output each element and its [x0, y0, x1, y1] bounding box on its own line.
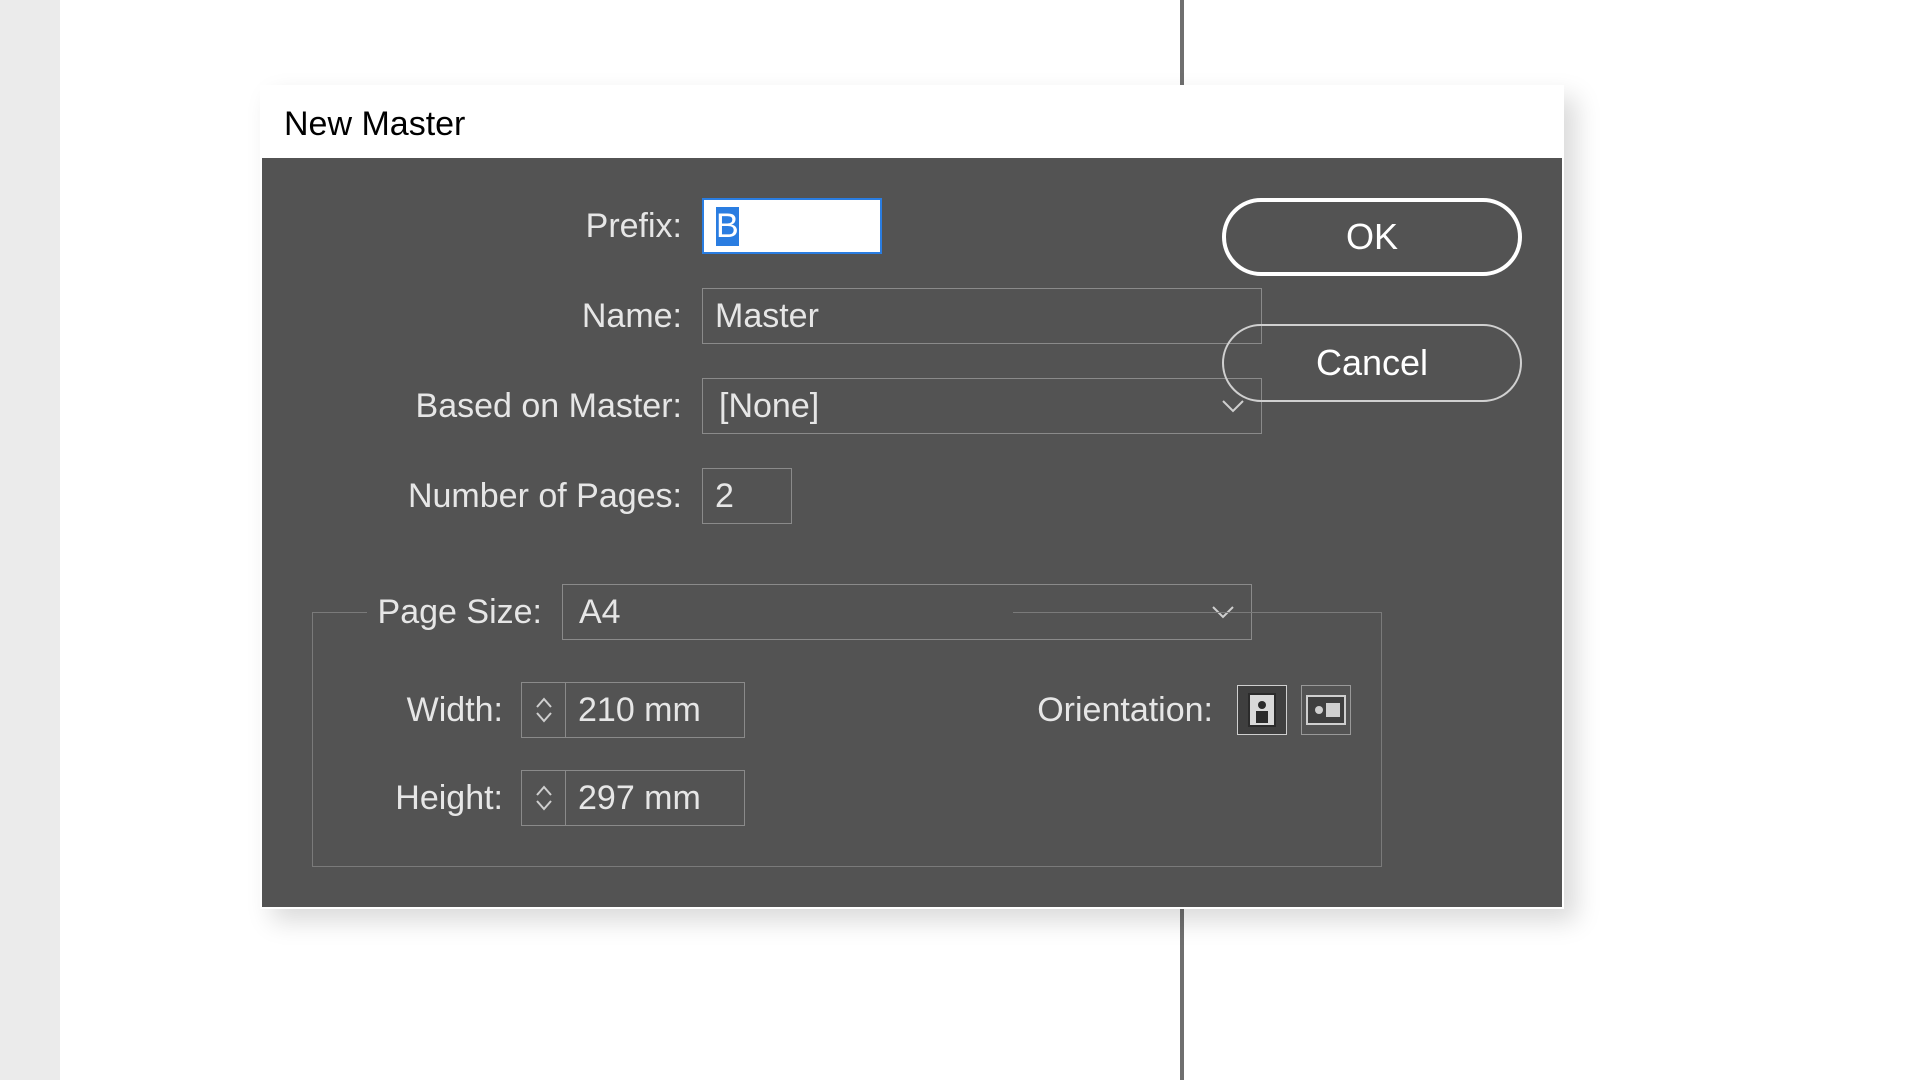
dialog-title: New Master [262, 87, 1562, 158]
chevron-up-icon [535, 785, 553, 797]
orientation-portrait-button[interactable] [1237, 685, 1287, 735]
cancel-button[interactable]: Cancel [1222, 324, 1522, 402]
width-input[interactable] [565, 682, 745, 738]
new-master-dialog: New Master OK Cancel Prefix: Name: Based… [260, 85, 1564, 909]
height-label: Height: [343, 779, 521, 818]
dialog-button-column: OK Cancel [1222, 198, 1522, 402]
height-input[interactable] [565, 770, 745, 826]
name-label: Name: [302, 297, 702, 336]
dialog-form: Prefix: Name: Based on Master: [None] Nu… [302, 198, 1322, 867]
landscape-page-icon [1306, 695, 1346, 725]
chevron-down-icon [535, 711, 553, 723]
width-label: Width: [343, 691, 521, 730]
height-stepper[interactable] [521, 770, 745, 826]
based-on-label: Based on Master: [302, 387, 702, 426]
height-spin-buttons[interactable] [521, 770, 565, 826]
ok-button[interactable]: OK [1222, 198, 1522, 276]
orientation-label: Orientation: [1037, 691, 1213, 730]
portrait-page-icon [1248, 693, 1276, 727]
prefix-input[interactable] [702, 198, 882, 254]
chevron-up-icon [535, 697, 553, 709]
width-spin-buttons[interactable] [521, 682, 565, 738]
num-pages-input[interactable] [702, 468, 792, 524]
based-on-value: [None] [719, 387, 819, 426]
chevron-down-icon [535, 799, 553, 811]
document-margin-stripe [0, 0, 60, 1080]
page-size-group: Width: Orientation: [312, 612, 1382, 867]
num-pages-label: Number of Pages: [302, 477, 702, 516]
orientation-landscape-button[interactable] [1301, 685, 1351, 735]
name-input[interactable] [702, 288, 1262, 344]
prefix-label: Prefix: [302, 207, 702, 246]
width-stepper[interactable] [521, 682, 745, 738]
based-on-dropdown[interactable]: [None] [702, 378, 1262, 434]
